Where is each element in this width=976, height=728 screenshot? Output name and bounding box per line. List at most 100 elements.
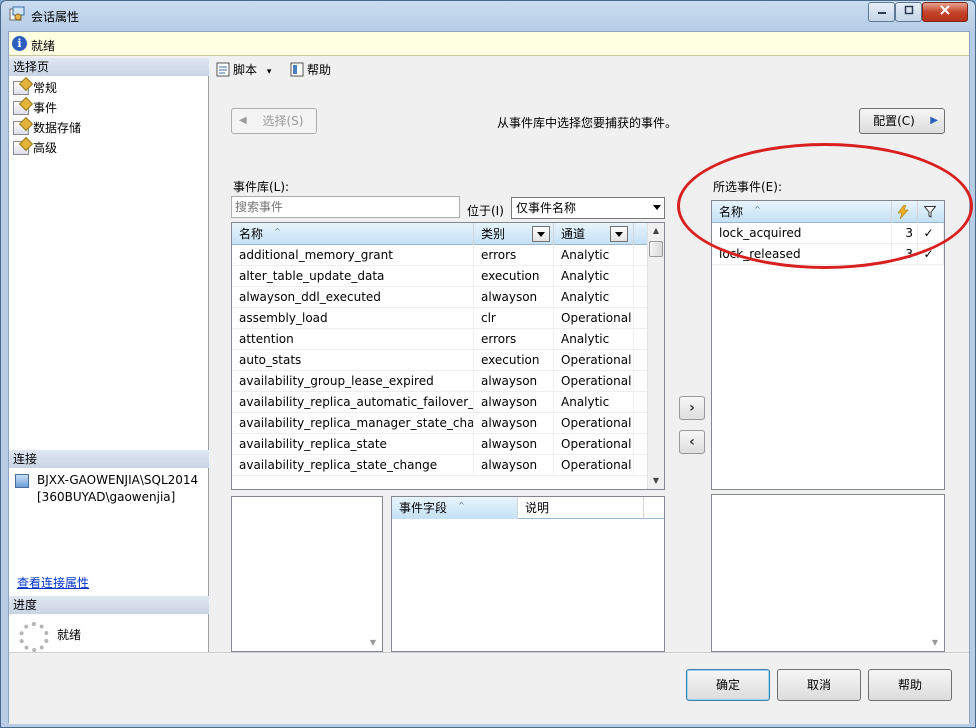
event-category-cell: alwayson bbox=[474, 371, 554, 392]
maximize-button[interactable] bbox=[895, 2, 922, 22]
column-header-event-field[interactable]: ^ 事件字段 bbox=[392, 497, 518, 519]
table-row[interactable]: availability_replica_manager_state_cha..… bbox=[232, 413, 648, 434]
table-row[interactable]: auto_stats execution Operational bbox=[232, 350, 648, 371]
event-channel-cell: Operational bbox=[554, 434, 634, 455]
connection-header: 连接 bbox=[9, 450, 209, 468]
fields-grid-header: ^ 事件字段 说明 bbox=[392, 497, 664, 519]
close-button[interactable] bbox=[922, 2, 968, 22]
event-channel-cell: Operational bbox=[554, 413, 634, 434]
event-channel-cell: Operational bbox=[554, 371, 634, 392]
selected-event-details-pane: ▼ bbox=[711, 494, 945, 652]
event-name-cell: availability_replica_automatic_failover_… bbox=[232, 392, 474, 413]
column-header-category[interactable]: 类别 bbox=[474, 223, 554, 245]
minimize-button[interactable] bbox=[868, 2, 895, 22]
event-channel-cell: Analytic bbox=[554, 287, 634, 308]
table-row[interactable]: availability_replica_state alwayson Operat… bbox=[232, 434, 648, 455]
column-header-channel[interactable]: 通道 bbox=[554, 223, 634, 245]
page-data-storage[interactable]: 数据存储 bbox=[13, 118, 81, 138]
table-row[interactable]: alwayson_ddl_executed alwayson Analytic bbox=[232, 287, 648, 308]
scroll-thumb[interactable] bbox=[649, 241, 663, 257]
event-category-cell: alwayson bbox=[474, 434, 554, 455]
progress-spinner-icon bbox=[19, 622, 49, 652]
details-scrollbar[interactable]: ▼ bbox=[927, 495, 944, 651]
dialog-footer: 确定 取消 帮助 bbox=[9, 652, 969, 724]
help-toolbar-button[interactable]: 帮助 bbox=[287, 61, 331, 79]
channel-filter-button[interactable] bbox=[610, 226, 628, 242]
event-channel-cell: Analytic bbox=[554, 266, 634, 287]
pages-header: 选择页 bbox=[9, 58, 209, 76]
table-row[interactable]: assembly_load clr Operational bbox=[232, 308, 648, 329]
add-event-button[interactable]: › bbox=[679, 396, 705, 420]
event-category-cell: alwayson bbox=[474, 392, 554, 413]
event-name-cell: attention bbox=[232, 329, 474, 350]
status-text: 就绪 bbox=[31, 39, 56, 53]
minimize-icon bbox=[877, 12, 886, 14]
column-header-description[interactable]: 说明 bbox=[518, 497, 644, 519]
page-general[interactable]: 常规 bbox=[13, 78, 57, 98]
event-category-cell: errors bbox=[474, 245, 554, 266]
category-filter-button[interactable] bbox=[532, 226, 550, 242]
cancel-button[interactable]: 取消 bbox=[777, 669, 861, 701]
view-connection-properties-link[interactable]: 查看连接属性 bbox=[17, 574, 89, 591]
chevron-left-icon: ‹ bbox=[689, 434, 695, 450]
left-pane: 选择页 常规 事件 数据存储 高级 连接 BJXX-GAOWENJIA\SQL2… bbox=[9, 58, 209, 652]
event-channel-cell: Analytic bbox=[554, 245, 634, 266]
event-category-cell: alwayson bbox=[474, 287, 554, 308]
library-grid-scrollbar[interactable]: ▲ ▼ bbox=[647, 223, 664, 489]
description-scrollbar[interactable]: ▼ bbox=[365, 497, 382, 651]
page-advanced[interactable]: 高级 bbox=[13, 138, 57, 158]
table-row[interactable]: alter_table_update_data execution Analytic bbox=[232, 266, 648, 287]
table-row[interactable]: availability_group_lease_expired alwayson… bbox=[232, 371, 648, 392]
info-icon: i bbox=[12, 36, 27, 51]
instruction-text: 从事件库中选择您要捕获的事件。 bbox=[497, 116, 678, 130]
position-combo[interactable]: 仅事件名称 bbox=[511, 197, 665, 219]
script-dropdown-arrow-icon[interactable]: ▾ bbox=[267, 67, 272, 77]
status-bar: i 就绪 bbox=[9, 32, 969, 56]
remove-event-button[interactable]: ‹ bbox=[679, 430, 705, 454]
table-row[interactable]: attention errors Analytic bbox=[232, 329, 648, 350]
event-fields-grid: ^ 事件字段 说明 bbox=[391, 496, 665, 652]
event-name-cell: additional_memory_grant bbox=[232, 245, 474, 266]
sort-asc-icon: ^ bbox=[274, 227, 281, 236]
page-icon bbox=[13, 101, 29, 115]
progress-text: 就绪 bbox=[57, 628, 82, 642]
event-description-pane: ▼ bbox=[231, 496, 383, 652]
configure-button[interactable]: 配置(C) ▶ bbox=[859, 108, 945, 134]
page-events[interactable]: 事件 bbox=[13, 98, 57, 118]
script-icon bbox=[216, 62, 230, 77]
event-name-cell: alwayson_ddl_executed bbox=[232, 287, 474, 308]
select-button[interactable]: ◀ 选择(S) bbox=[231, 108, 317, 134]
help-icon bbox=[290, 62, 304, 77]
scroll-down-icon[interactable]: ▼ bbox=[365, 635, 381, 651]
progress-header: 进度 bbox=[9, 596, 209, 614]
search-events-input[interactable] bbox=[231, 196, 460, 218]
event-name-cell: auto_stats bbox=[232, 350, 474, 371]
chevron-right-icon: › bbox=[689, 400, 695, 416]
table-row[interactable]: additional_memory_grant errors Analytic bbox=[232, 245, 648, 266]
event-category-cell: errors bbox=[474, 329, 554, 350]
scroll-down-icon[interactable]: ▼ bbox=[927, 635, 943, 651]
table-row[interactable]: availability_replica_state_change alwayso… bbox=[232, 455, 648, 476]
column-header-name[interactable]: ^ 名称 bbox=[232, 223, 474, 245]
event-category-cell: execution bbox=[474, 350, 554, 371]
annotation-ellipse bbox=[677, 143, 973, 269]
event-library-grid: ^ 名称 类别 通道 additional_memory_grant errors… bbox=[231, 222, 665, 490]
connection-text: BJXX-GAOWENJIA\SQL2014 [360BUYAD\gaowenj… bbox=[37, 473, 199, 504]
script-button[interactable]: 脚本 ▾ bbox=[213, 61, 271, 79]
maximize-icon bbox=[904, 5, 913, 15]
help-button[interactable]: 帮助 bbox=[868, 669, 952, 701]
table-row[interactable]: availability_replica_automatic_failover_… bbox=[232, 392, 648, 413]
scroll-up-icon[interactable]: ▲ bbox=[648, 223, 664, 239]
event-channel-cell: Analytic bbox=[554, 392, 634, 413]
event-name-cell: assembly_load bbox=[232, 308, 474, 329]
ok-button[interactable]: 确定 bbox=[686, 669, 770, 701]
dialog-window: 会话属性 i 就绪 选择页 常规 事件 数据存储 高级 连接 BJXX-GAOW… bbox=[0, 0, 976, 728]
position-label: 位于(I) bbox=[467, 204, 504, 218]
scroll-down-icon[interactable]: ▼ bbox=[648, 473, 664, 489]
event-name-cell: availability_replica_state bbox=[232, 434, 474, 455]
event-library-label: 事件库(L): bbox=[233, 180, 290, 194]
server-icon bbox=[15, 474, 29, 488]
event-name-cell: availability_replica_manager_state_cha..… bbox=[232, 413, 474, 434]
title-bar[interactable]: 会话属性 bbox=[1, 1, 975, 29]
sort-asc-icon: ^ bbox=[458, 501, 465, 510]
